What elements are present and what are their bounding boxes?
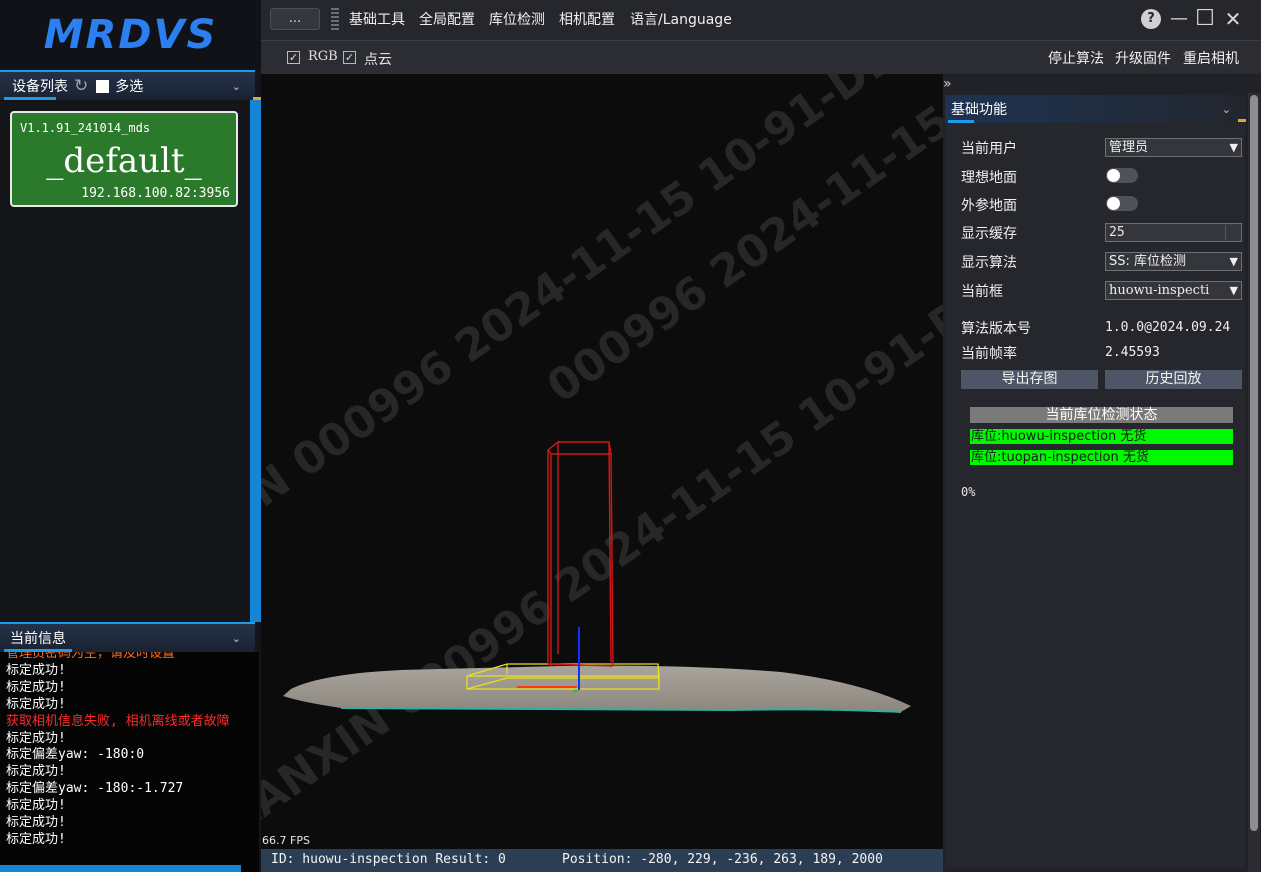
basic-function-title: 基础功能: [951, 102, 1007, 118]
pointcloud-view[interactable]: LANXIN 000996 2024-11-15 10-91-D1-62 LAN…: [261, 74, 943, 849]
basic-function-header: 基础功能 ⌄: [945, 95, 1245, 123]
ideal-ground-toggle[interactable]: [1106, 168, 1138, 183]
frame-rate-value: 2.45593: [1105, 345, 1160, 360]
device-card[interactable]: V1.1.91_241014_mds _default_ 192.168.100…: [10, 111, 238, 207]
stop-algorithm-button[interactable]: 停止算法: [1048, 48, 1104, 68]
export-image-button[interactable]: 导出存图: [961, 370, 1098, 389]
algo-version-value: 1.0.0@2024.09.24: [1105, 320, 1231, 335]
log-line: 标定成功!: [6, 679, 66, 695]
device-list-header: 设备列表 ↻ 多选 ⌄: [0, 70, 255, 100]
frame-rate-label: 当前帧率: [961, 346, 1017, 362]
chevron-down-icon: ▼: [1229, 255, 1238, 268]
pointcloud-label: 点云: [364, 52, 392, 68]
display-algorithm-label: 显示算法: [961, 255, 1017, 271]
device-address: 192.168.100.82:3956: [81, 186, 230, 201]
ideal-ground-label: 理想地面: [961, 170, 1017, 186]
log-line: 获取相机信息失败, 相机离线或者故障: [6, 713, 230, 729]
display-algorithm-value: SS: 库位检测: [1109, 254, 1187, 269]
status-id: ID: huowu-inspection Result: 0: [271, 852, 506, 867]
menu-language[interactable]: 语言/Language: [630, 9, 732, 29]
svg-text:LANXIN 000996 2024-11-15 10-91: LANXIN 000996 2024-11-15 10-91-D1-62: [261, 226, 943, 843]
current-frame-label: 当前框: [961, 284, 1003, 300]
display-cache-spinbox[interactable]: 25: [1105, 223, 1242, 242]
log-line: 标定成功!: [6, 764, 66, 780]
extrinsic-ground-toggle[interactable]: [1106, 196, 1138, 211]
chevron-down-icon: ▼: [1229, 141, 1238, 154]
current-user-value: 管理员: [1109, 140, 1149, 155]
device-list-scrollbar[interactable]: [250, 100, 261, 622]
maximize-icon[interactable]: ☐: [1194, 8, 1216, 30]
fps-readout: 66.7 FPS: [262, 834, 310, 847]
current-frame-select[interactable]: huowu-inspecti ▼: [1105, 281, 1242, 300]
current-user-label: 当前用户: [961, 141, 1017, 157]
display-cache-value: 25: [1109, 225, 1125, 240]
current-user-select[interactable]: 管理员 ▼: [1105, 138, 1242, 157]
rgb-checkbox[interactable]: ✓: [287, 51, 300, 64]
log-line: 标定成功!: [6, 696, 66, 712]
info-panel-title: 当前信息: [10, 631, 66, 647]
logo-text: MRDVS: [43, 12, 218, 58]
chevron-down-icon[interactable]: ⌄: [1222, 103, 1231, 116]
toolbar: [261, 40, 1261, 75]
current-frame-value: huowu-inspecti: [1109, 283, 1210, 298]
minimize-icon[interactable]: —: [1168, 8, 1190, 30]
chevron-down-icon: ▼: [1227, 282, 1238, 299]
menu-global-config[interactable]: 全局配置: [419, 9, 475, 29]
info-panel-header: 当前信息 ⌄: [0, 622, 255, 652]
upgrade-firmware-button[interactable]: 升级固件: [1115, 48, 1171, 68]
restart-camera-button[interactable]: 重启相机: [1183, 48, 1239, 68]
close-icon[interactable]: ✕: [1222, 8, 1244, 30]
progress-percent: 0%: [961, 485, 976, 499]
slot-status-item: 库位:huowu-inspection 无货: [970, 429, 1233, 444]
log-line: 标定成功!: [6, 730, 66, 746]
menu-slot-detection[interactable]: 库位检测: [489, 9, 545, 29]
device-version: V1.1.91_241014_mds: [20, 121, 151, 135]
log-line: 标定成功!: [6, 662, 66, 678]
history-playback-button[interactable]: 历史回放: [1105, 370, 1242, 389]
display-cache-label: 显示缓存: [961, 226, 1017, 242]
log-line: 标定成功!: [6, 815, 66, 831]
chevron-down-icon[interactable]: ⌄: [232, 80, 241, 93]
panel-grip: [1238, 119, 1246, 122]
spinbox-arrows[interactable]: [1225, 225, 1240, 240]
view-status-bar: ID: huowu-inspection Result: 0 Position:…: [261, 849, 943, 872]
pointcloud-checkbox[interactable]: ✓: [343, 51, 356, 64]
algo-version-label: 算法版本号: [961, 321, 1031, 337]
device-list-title: 设备列表: [12, 79, 68, 95]
right-scrollbar-thumb[interactable]: [1250, 95, 1258, 831]
help-icon[interactable]: ?: [1141, 9, 1161, 29]
multi-select-checkbox[interactable]: [96, 79, 110, 93]
collapse-icon[interactable]: »: [943, 76, 952, 92]
rgb-label: RGB: [308, 49, 338, 64]
detection-status-title: 当前库位检测状态: [970, 407, 1233, 423]
scene-3d: LANXIN 000996 2024-11-15 10-91-D1-62 LAN…: [261, 74, 943, 843]
extrinsic-ground-label: 外参地面: [961, 198, 1017, 214]
log-line: 标定成功!: [6, 798, 66, 814]
log-line: 标定成功!: [6, 831, 66, 847]
more-button[interactable]: ...: [270, 8, 320, 30]
device-name: _default_: [46, 141, 202, 181]
multi-select-label: 多选: [115, 79, 144, 95]
log-line: 管理员密码为空，请及时设置: [6, 652, 176, 661]
toolbar-grip[interactable]: [331, 8, 339, 32]
chevron-down-icon[interactable]: ⌄: [232, 632, 241, 645]
menu-bar: [261, 0, 1261, 40]
menu-camera-config[interactable]: 相机配置: [559, 9, 615, 29]
log-line: 标定偏差yaw: -180:-1.727: [6, 781, 184, 797]
menu-basic-tools[interactable]: 基础工具: [349, 9, 405, 29]
status-position: Position: -280, 229, -236, 263, 189, 200…: [562, 852, 883, 867]
refresh-icon[interactable]: ↻: [74, 76, 88, 96]
display-algorithm-select[interactable]: SS: 库位检测 ▼: [1105, 252, 1242, 271]
info-log: 管理员密码为空，请及时设置 标定成功! 标定成功! 标定成功! 获取相机信息失败…: [0, 652, 259, 872]
info-scrollbar[interactable]: [0, 865, 241, 872]
logo: MRDVS: [0, 0, 261, 70]
watermark: LANXIN 000996 2024-11-15 10-91-D1-62 LAN…: [261, 74, 943, 843]
log-line: 标定偏差yaw: -180:0: [6, 747, 145, 763]
slot-status-item: 库位:tuopan-inspection 无货: [970, 450, 1233, 465]
